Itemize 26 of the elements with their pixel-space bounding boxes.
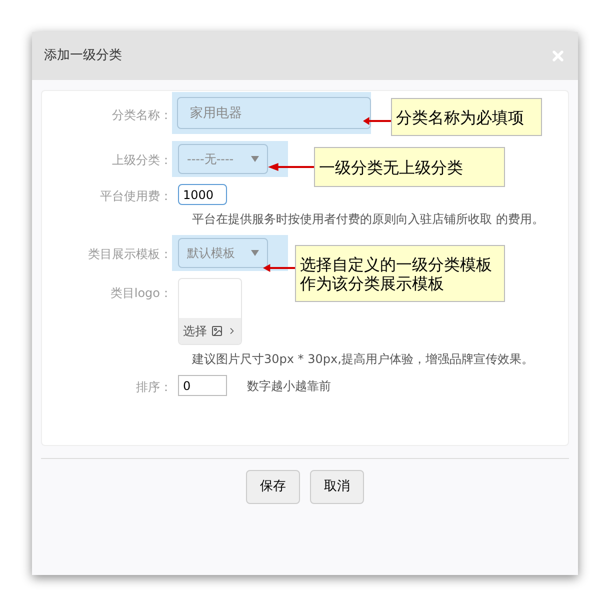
callout-note: 选择自定义的一级分类模板 作为该分类展示模板 — [295, 245, 505, 302]
field-label: 类目展示模板： — [87, 246, 172, 263]
dropdown-arrow-icon — [251, 156, 259, 162]
logo-upload[interactable]: 选择 — [178, 278, 242, 345]
callout-note: 分类名称为必填项 — [391, 98, 542, 136]
field-label: 排序： — [135, 379, 172, 396]
dropdown-arrow-icon — [251, 250, 259, 256]
number-field[interactable]: 0 — [178, 375, 227, 396]
hint-text: 数字越小越靠前 — [247, 378, 331, 394]
field-label: 分类名称： — [111, 107, 172, 124]
save-button[interactable]: 保存 — [246, 470, 300, 504]
hint-text: 建议图片尺寸30px * 30px,提高用户体验，增强品牌宣传效果。 — [192, 351, 534, 368]
arrow — [263, 263, 295, 273]
arrow — [268, 162, 314, 172]
image-icon — [211, 325, 223, 337]
arrow — [363, 116, 391, 126]
number-field[interactable]: 1000 — [178, 184, 227, 205]
cancel-button[interactable]: 取消 — [310, 470, 364, 504]
select-label: 选择 — [183, 323, 207, 340]
dialog-title: 添加一级分类 — [44, 47, 122, 66]
field-label: 类目logo： — [109, 285, 172, 302]
close-icon[interactable] — [550, 48, 566, 64]
hint-text: 平台在提供服务时按使用者付费的原则向入驻店铺所收取 的费用。 — [192, 211, 544, 228]
callout-note: 一级分类无上级分类 — [314, 147, 505, 187]
field-label: 平台使用费： — [99, 188, 172, 205]
field-label: 上级分类： — [111, 152, 172, 169]
